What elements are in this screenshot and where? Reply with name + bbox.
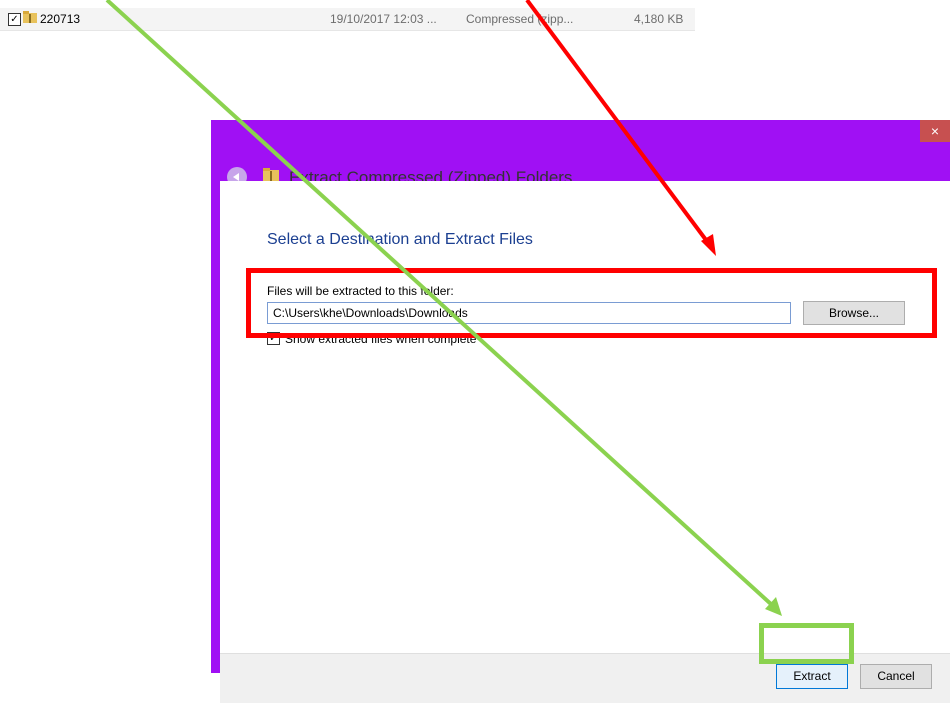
file-type: Compressed (zipp... bbox=[466, 12, 574, 26]
extract-highlight-box bbox=[759, 623, 854, 664]
file-name[interactable]: 220713 bbox=[40, 12, 80, 26]
file-date-modified: 19/10/2017 12:03 ... bbox=[330, 12, 437, 26]
extract-dialog: × Extract Compressed (Zipped) Folders Se… bbox=[211, 120, 950, 703]
close-button[interactable]: × bbox=[920, 120, 950, 142]
zip-folder-icon bbox=[263, 168, 279, 182]
dialog-content: Select a Destination and Extract Files F… bbox=[220, 181, 950, 653]
extract-button[interactable]: Extract bbox=[776, 664, 848, 689]
zip-folder-icon bbox=[23, 11, 37, 23]
destination-highlight-box bbox=[246, 268, 937, 338]
cancel-button[interactable]: Cancel bbox=[860, 664, 932, 689]
file-checkbox[interactable]: ✓ bbox=[8, 13, 21, 26]
file-size: 4,180 KB bbox=[634, 12, 684, 26]
page-heading: Select a Destination and Extract Files bbox=[267, 231, 533, 248]
